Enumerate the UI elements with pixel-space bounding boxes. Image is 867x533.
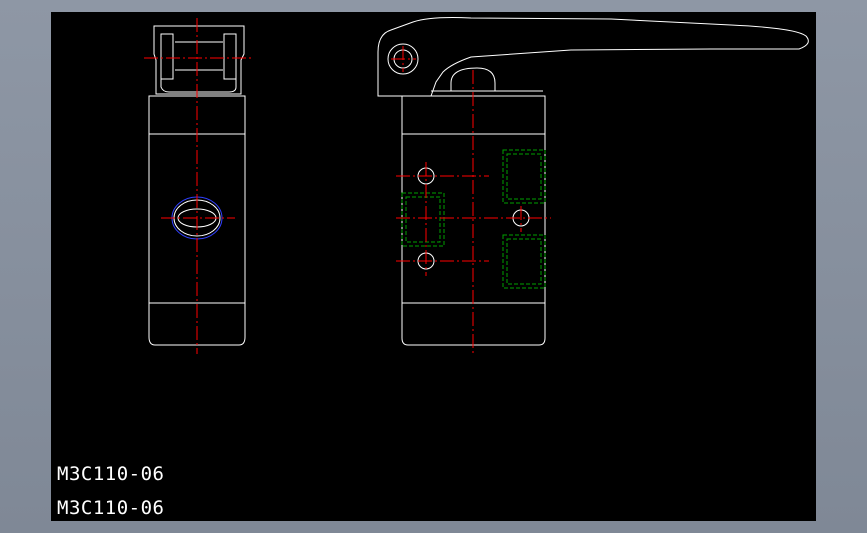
side-top-fitting [153,25,245,95]
lever-handle [377,17,809,97]
side-fitting-slot-right [223,33,237,80]
hidden-port-left [401,192,445,247]
cad-drawing [144,17,809,354]
front-centerlines [391,46,551,354]
hidden-port-bottom-right [502,234,546,289]
side-fitting-slot-left [160,33,174,80]
drawing-label-primary: M3C110-06 [57,463,165,485]
hidden-port-top-right [502,149,546,204]
cad-window: M3C110-06 M3C110-06 [0,0,867,533]
drawing-viewport[interactable]: M3C110-06 M3C110-06 [51,12,816,521]
side-centerlines [144,18,251,354]
front-view [377,17,809,346]
drawing-label-secondary: M3C110-06 [57,497,165,519]
